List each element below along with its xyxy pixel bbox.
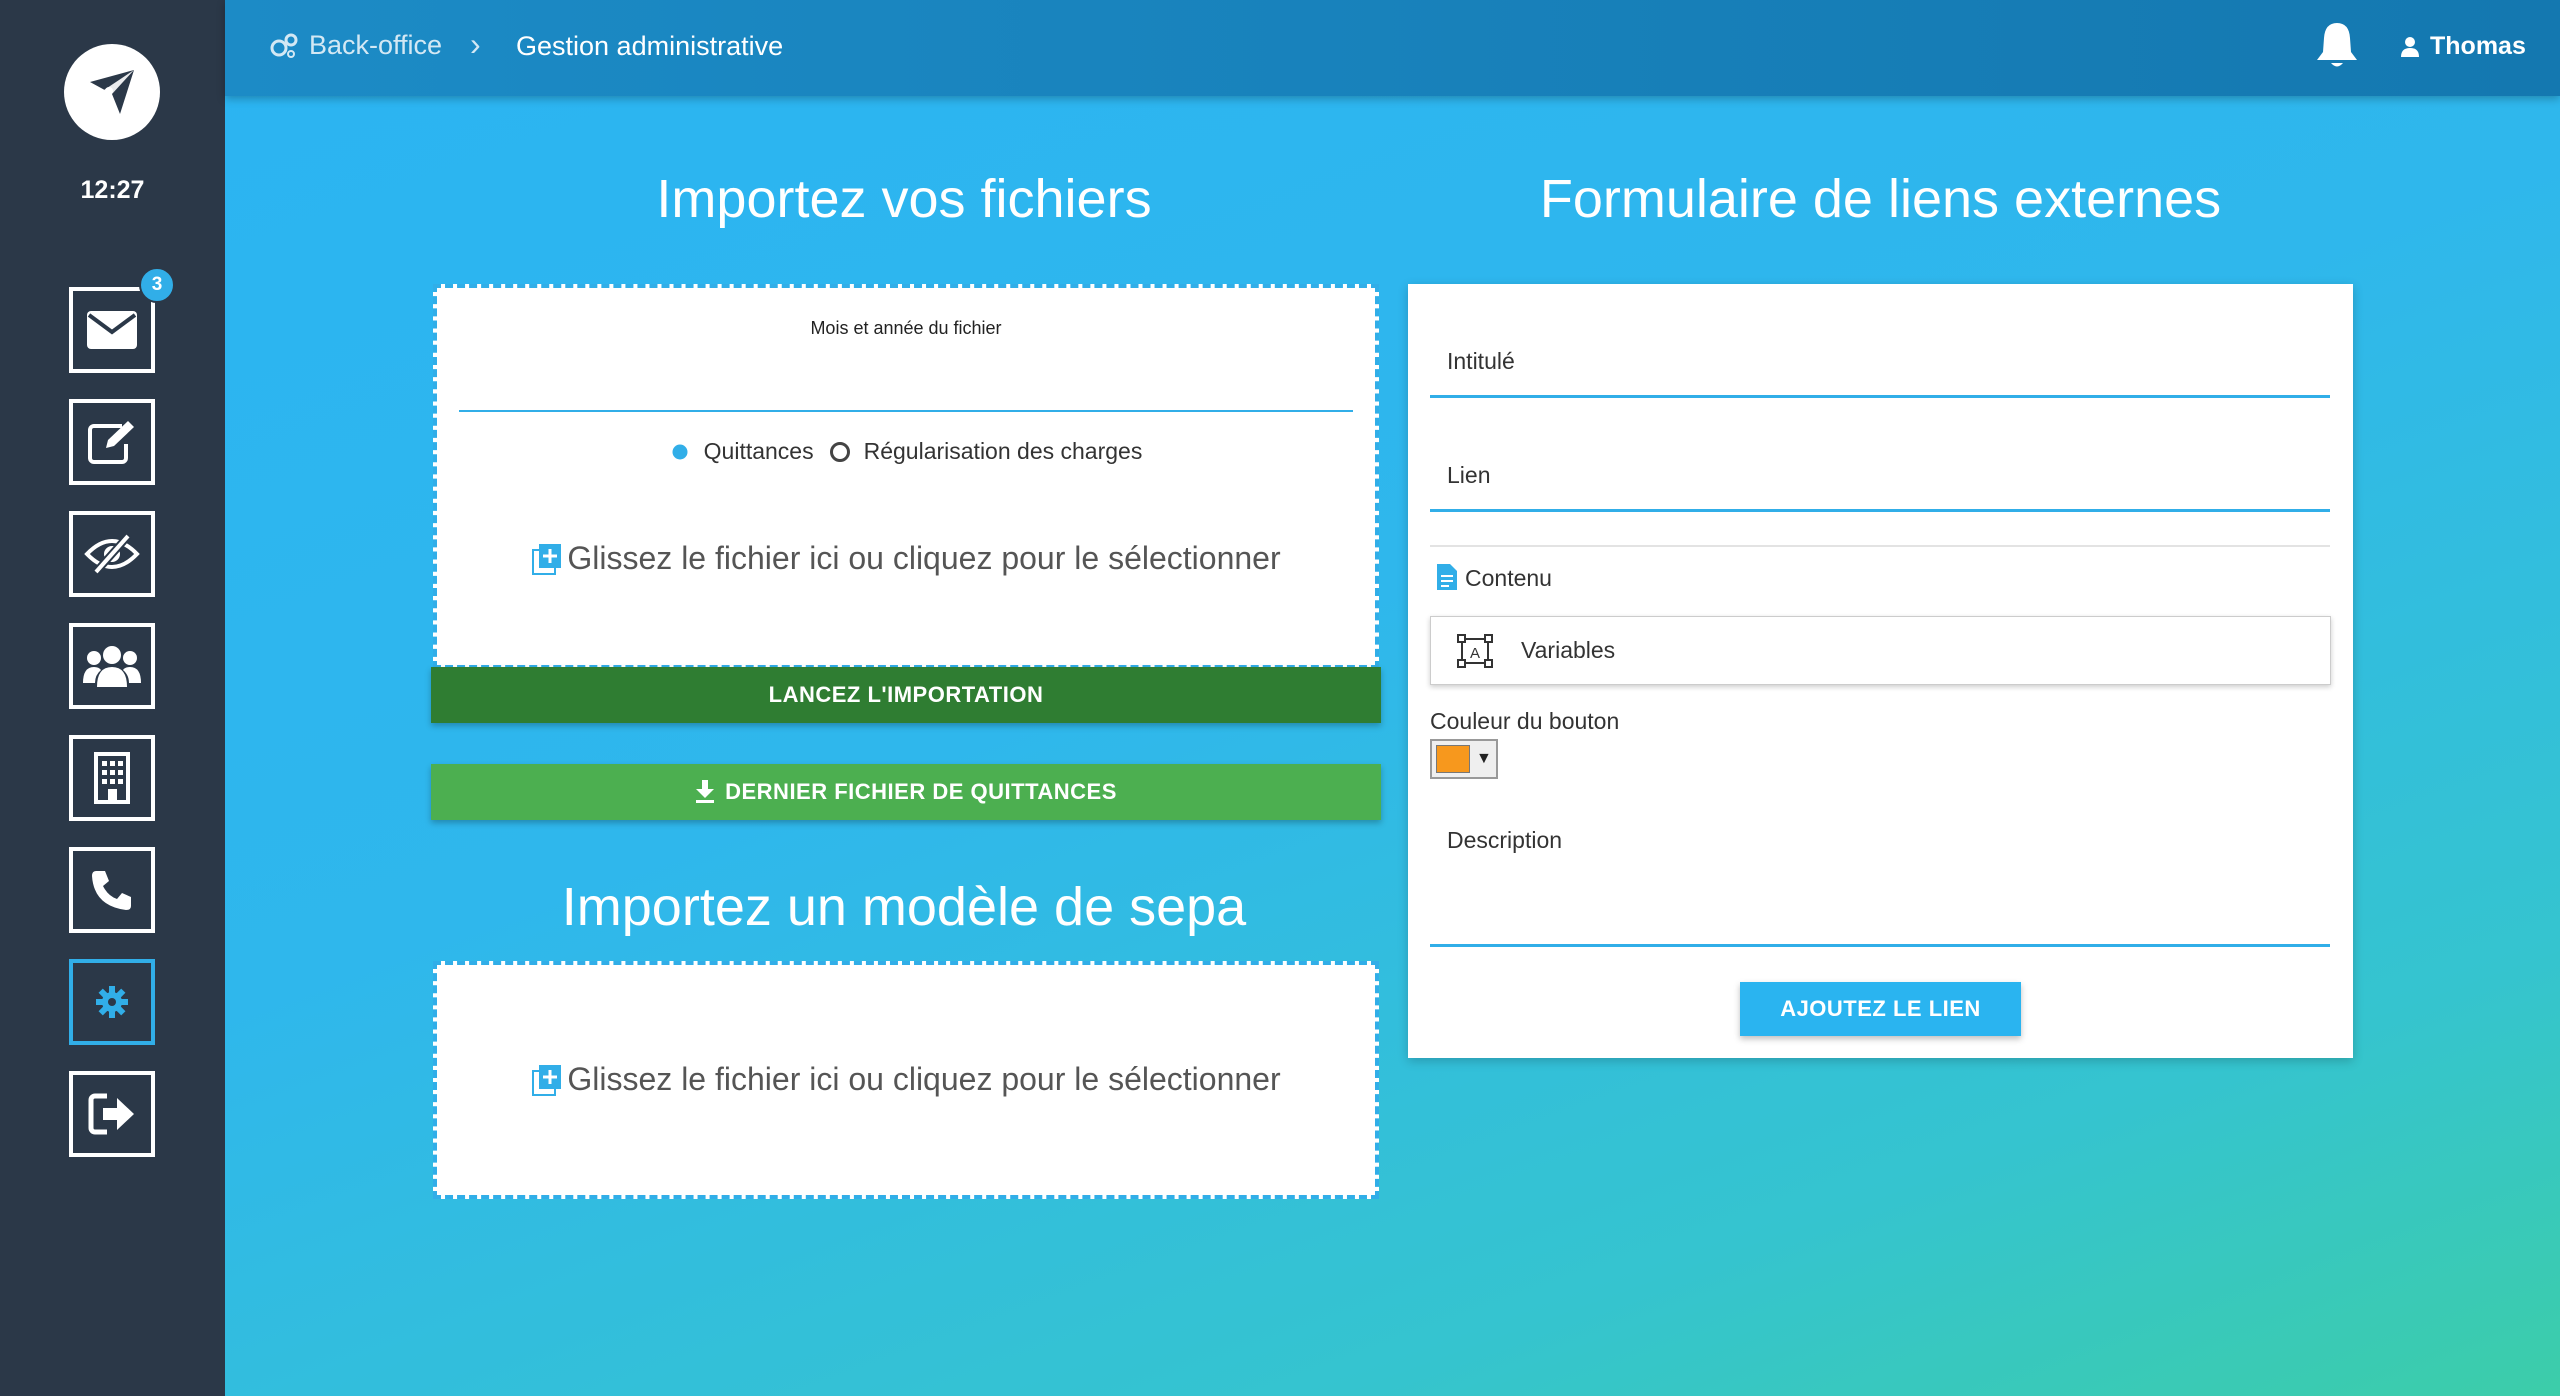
add-link-button[interactable]: AJOUTEZ LE LIEN <box>1740 982 2021 1036</box>
label-input[interactable] <box>1430 395 2330 398</box>
gears-icon <box>270 33 298 58</box>
sidebar-item-messages[interactable]: 3 <box>69 267 175 373</box>
external-links-title: Formulaire de liens externes <box>1539 169 2222 229</box>
link-input[interactable] <box>1430 509 2330 512</box>
sidebar: 12:27 3 <box>0 0 225 1396</box>
eye-slash-icon <box>84 533 140 575</box>
add-file-icon <box>532 543 562 575</box>
breadcrumb-root[interactable]: Back-office <box>269 30 442 61</box>
unread-badge: 3 <box>139 267 175 303</box>
link-field-label: Lien <box>1447 462 1491 488</box>
logout-icon <box>88 1093 134 1135</box>
color-swatch <box>1436 745 1470 773</box>
building-icon <box>94 752 130 804</box>
import-files-dropzone[interactable]: Mois et année du fichier Quittances Régu… <box>433 284 1379 669</box>
external-links-form: Intitulé Lien Contenu A Variables Couleu… <box>1408 284 2353 1058</box>
main-area: Back-office › Gestion administrative Tho… <box>225 0 2560 1396</box>
import-sepa-dropzone[interactable]: Glissez le fichier ici ou cliquez pour l… <box>433 961 1379 1199</box>
month-year-label: Mois et année du fichier <box>810 318 1002 338</box>
download-last-file-label: DERNIER FICHIER DE QUITTANCES <box>725 779 1117 804</box>
document-icon <box>1437 564 1457 590</box>
variables-label: Variables <box>1521 637 1616 663</box>
clock: 12:27 <box>80 176 145 204</box>
paper-plane-logo-icon <box>90 70 134 114</box>
sidebar-item-edit[interactable] <box>69 399 155 485</box>
app-logo[interactable] <box>64 44 160 140</box>
users-icon <box>83 646 141 687</box>
gear-icon <box>96 986 128 1018</box>
sidebar-item-phone[interactable] <box>69 847 155 933</box>
label-field-label: Intitulé <box>1447 348 1515 374</box>
breadcrumb-root-label: Back-office <box>309 30 443 60</box>
dropdown-arrow-icon: ▼ <box>1476 750 1492 767</box>
description-input[interactable] <box>1430 944 2330 947</box>
user-name: Thomas <box>2430 32 2526 60</box>
button-color-picker[interactable]: ▼ <box>1430 739 1498 779</box>
edit-icon <box>88 421 134 464</box>
content-label-row: Contenu <box>1435 562 1552 592</box>
radio-quittances-label: Quittances <box>703 438 814 464</box>
add-file-icon <box>532 1064 562 1096</box>
sidebar-item-buildings[interactable] <box>69 735 155 821</box>
bell-icon <box>2317 23 2357 67</box>
envelope-icon <box>87 311 137 349</box>
divider <box>1430 545 2330 547</box>
import-sepa-title: Importez un modèle de sepa <box>561 877 1247 937</box>
user-menu[interactable]: Thomas <box>2400 32 2526 61</box>
content-label: Contenu <box>1465 565 1552 591</box>
description-label: Description <box>1447 827 1563 853</box>
download-last-file-button[interactable]: DERNIER FICHIER DE QUITTANCES <box>431 764 1381 820</box>
download-icon <box>696 780 715 803</box>
month-year-input[interactable] <box>459 410 1353 412</box>
radio-quittances[interactable] <box>672 444 688 459</box>
notifications-button[interactable] <box>2315 20 2359 75</box>
import-files-title: Importez vos fichiers <box>656 169 1152 229</box>
phone-icon <box>92 871 131 910</box>
button-color-label: Couleur du bouton <box>1430 708 1620 734</box>
sidebar-item-settings[interactable] <box>69 959 155 1045</box>
sidebar-item-visibility[interactable] <box>69 511 155 597</box>
radio-regularisation[interactable] <box>829 441 850 462</box>
sidebar-item-logout[interactable] <box>69 1071 155 1157</box>
radio-regularisation-label: Régularisation des charges <box>863 438 1143 464</box>
variables-icon: A <box>1457 633 1493 668</box>
top-bar: Back-office › Gestion administrative Tho… <box>225 0 2560 96</box>
import-files-dropzone-text-row: Glissez le fichier ici ou cliquez pour l… <box>437 540 1375 577</box>
file-type-radio-group: Quittances Régularisation des charges <box>437 438 1375 465</box>
sidebar-item-users[interactable] <box>69 623 155 709</box>
svg-text:A: A <box>1470 645 1480 662</box>
import-sepa-dropzone-text-row: Glissez le fichier ici ou cliquez pour l… <box>437 1061 1375 1098</box>
import-files-dropzone-text: Glissez le fichier ici ou cliquez pour l… <box>567 540 1281 576</box>
chevron-right-icon: › <box>470 26 481 62</box>
launch-import-button[interactable]: LANCEZ L'IMPORTATION <box>431 667 1381 723</box>
user-icon <box>2401 36 2419 57</box>
variables-button[interactable]: A Variables <box>1430 616 2331 685</box>
import-sepa-dropzone-text: Glissez le fichier ici ou cliquez pour l… <box>567 1061 1281 1097</box>
breadcrumb-current: Gestion administrative <box>516 31 784 61</box>
